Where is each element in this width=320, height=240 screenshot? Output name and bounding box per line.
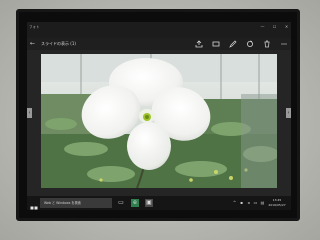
app-icon-edge[interactable]: e [131, 199, 139, 207]
task-view-icon[interactable]: ▭ [117, 199, 125, 207]
monitor-bezel: フォト — ☐ ✕ ← スライドの表示 (1) ‹ › Web と Window… [16, 9, 300, 221]
command-icons [193, 40, 289, 48]
edit-icon[interactable] [227, 40, 238, 48]
delete-icon[interactable] [261, 40, 272, 48]
volume-icon[interactable]: ◂ [246, 200, 251, 206]
system-tray: ^ ▪ ◂ ▭ ▤ [232, 200, 265, 206]
orchid-photo [41, 54, 277, 188]
app-title: フォト [29, 25, 40, 29]
close-button[interactable]: ✕ [284, 24, 289, 29]
screen: フォト — ☐ ✕ ← スライドの表示 (1) ‹ › Web と Window… [27, 22, 291, 210]
title-bar: フォト — ☐ ✕ [27, 22, 291, 38]
network-icon[interactable]: ▪ [239, 200, 244, 206]
notification-icon[interactable]: ▤ [260, 200, 265, 206]
next-image-button[interactable]: › [286, 108, 291, 118]
taskbar-search-input[interactable]: Web と Windows を検索 [40, 198, 112, 208]
more-icon[interactable] [278, 40, 289, 48]
minimize-button[interactable]: — [260, 24, 265, 29]
chevron-up-icon[interactable]: ^ [232, 200, 237, 206]
window-controls: — ☐ ✕ [260, 24, 289, 29]
taskbar: Web と Windows を検索 ▭ e ▣ ^ ▪ ◂ ▭ ▤ 13:45 … [27, 196, 291, 210]
file-name: スライドの表示 (1) [41, 41, 76, 46]
command-bar: ← スライドの表示 (1) [27, 38, 291, 50]
rotate-icon[interactable] [244, 40, 255, 48]
app-icon-photos[interactable]: ▣ [145, 199, 153, 207]
back-arrow-icon[interactable]: ← [30, 40, 37, 47]
battery-icon[interactable]: ▭ [253, 200, 258, 206]
clock[interactable]: 13:45 2016/05/27 [267, 198, 287, 207]
slideshow-icon[interactable] [210, 40, 221, 48]
image-viewport: ‹ › [27, 50, 291, 196]
previous-image-button[interactable]: ‹ [27, 108, 32, 118]
windows-start-icon[interactable] [30, 199, 38, 210]
maximize-button[interactable]: ☐ [272, 24, 277, 29]
share-icon[interactable] [193, 40, 204, 48]
clock-date: 2016/05/27 [268, 202, 286, 207]
